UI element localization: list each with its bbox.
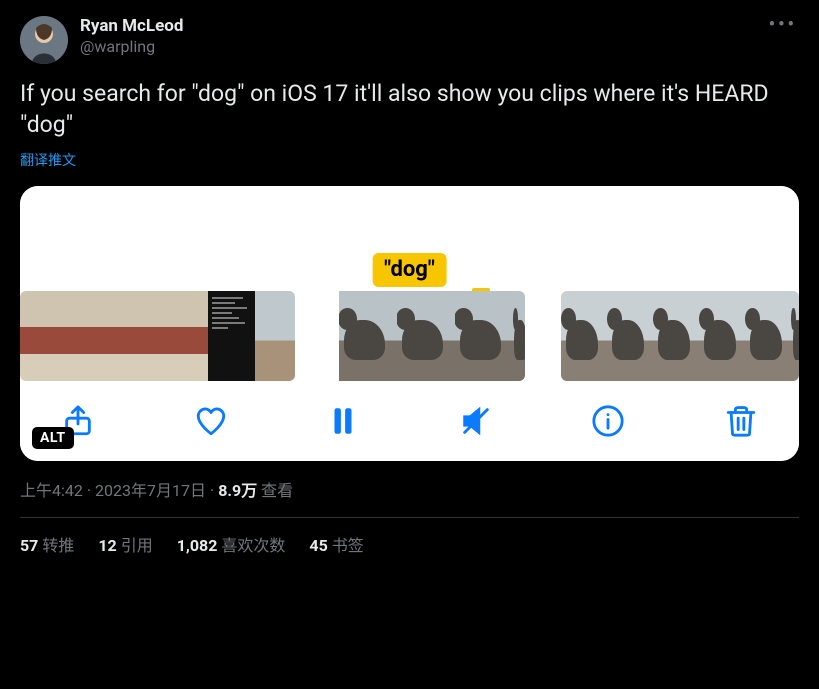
author-names: Ryan McLeod @warpling xyxy=(80,16,183,57)
tweet-meta: 上午4:42·2023年7月17日·8.9万 查看 xyxy=(20,477,799,501)
clip-group-1 xyxy=(20,291,295,381)
trash-icon[interactable] xyxy=(719,399,763,443)
thumbnail-frame xyxy=(208,291,255,381)
alt-badge[interactable]: ALT xyxy=(32,427,74,449)
bookmarks-stat[interactable]: 45书签 xyxy=(309,532,363,556)
timestamp-date[interactable]: 2023年7月17日 xyxy=(95,481,206,500)
more-icon[interactable]: ••• xyxy=(769,14,797,35)
thumbnail-frame xyxy=(653,291,699,381)
media-card[interactable]: "dog" xyxy=(20,186,799,461)
thumbnail-frame xyxy=(114,291,161,381)
thumbnail-frame xyxy=(20,291,67,381)
tweet-container: Ryan McLeod @warpling ••• If you search … xyxy=(0,0,819,566)
info-icon[interactable] xyxy=(586,399,630,443)
thumbnail-frame xyxy=(161,291,208,381)
thumbnail-frame xyxy=(699,291,745,381)
thumbnail-frame xyxy=(455,291,513,381)
display-name[interactable]: Ryan McLeod xyxy=(80,16,183,37)
media-top-area: "dog" xyxy=(20,186,799,291)
thumbnail-frame xyxy=(513,291,526,381)
clip-group-3 xyxy=(561,291,799,381)
thumbnail-frame xyxy=(339,291,397,381)
quotes-stat[interactable]: 12引用 xyxy=(98,532,152,556)
heart-icon[interactable] xyxy=(189,399,233,443)
tweet-stats: 57转推 12引用 1,082喜欢次数 45书签 xyxy=(20,518,799,556)
thumbnail-frame xyxy=(607,291,653,381)
media-toolbar xyxy=(20,381,799,461)
playhead[interactable] xyxy=(333,291,339,381)
thumbnail-frame xyxy=(561,291,607,381)
pause-icon[interactable] xyxy=(321,399,365,443)
search-result-tag: "dog" xyxy=(372,253,447,287)
retweets-stat[interactable]: 57转推 xyxy=(20,532,74,556)
views-count: 8.9万 xyxy=(218,481,257,500)
avatar[interactable] xyxy=(20,16,68,64)
clip-group-2 xyxy=(331,291,526,381)
views-label: 查看 xyxy=(261,481,293,500)
handle[interactable]: @warpling xyxy=(80,37,183,57)
tweet-header: Ryan McLeod @warpling xyxy=(20,16,799,64)
mute-icon[interactable] xyxy=(454,399,498,443)
thumbnail-frame xyxy=(745,291,791,381)
tweet-text: If you search for "dog" on iOS 17 it'll … xyxy=(20,78,799,140)
thumbnail-frame xyxy=(397,291,455,381)
thumbnail-frame xyxy=(67,291,114,381)
video-filmstrip[interactable] xyxy=(20,291,799,381)
timestamp-time[interactable]: 上午4:42 xyxy=(20,481,83,500)
likes-stat[interactable]: 1,082喜欢次数 xyxy=(177,532,286,556)
translate-link[interactable]: 翻译推文 xyxy=(20,150,76,170)
thumbnail-frame xyxy=(255,291,295,381)
thumbnail-frame xyxy=(791,291,799,381)
